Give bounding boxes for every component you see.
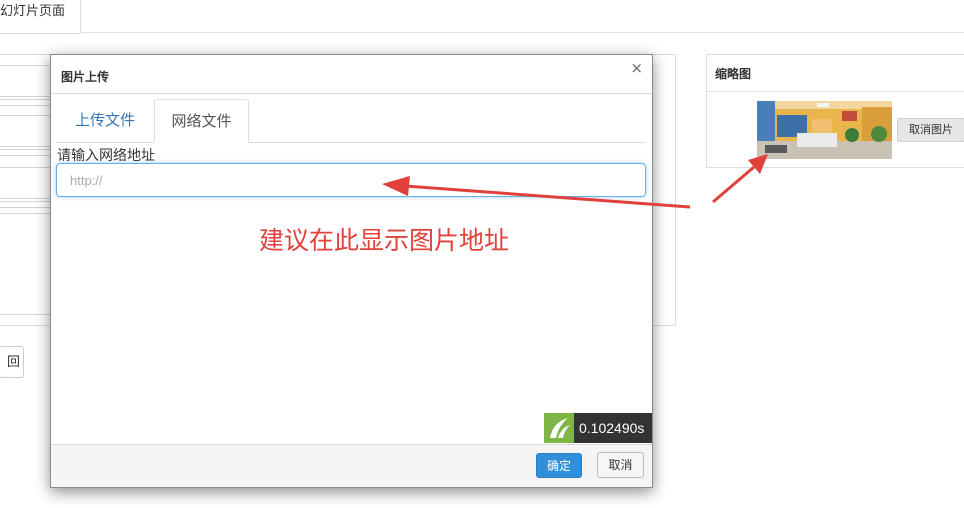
- url-label: 请输入网络地址: [57, 148, 155, 164]
- annotation-text: 建议在此显示图片地址: [259, 226, 510, 255]
- back-button[interactable]: 回: [0, 346, 24, 378]
- cancel-image-button[interactable]: 取消图片: [897, 118, 964, 142]
- back-button-label: 回: [6, 355, 20, 370]
- dialog-header-divider: [51, 93, 652, 94]
- thumbnail-panel: 缩略图 取消图片: [706, 54, 964, 168]
- thumbnail-image: [757, 101, 892, 159]
- thumbnail-title: 缩略图: [715, 67, 752, 81]
- page-tab-label: 幻灯片页面: [0, 4, 66, 19]
- tab-network-file[interactable]: 网络文件: [154, 99, 249, 143]
- url-input[interactable]: [56, 163, 646, 197]
- close-icon[interactable]: ×: [630, 61, 643, 76]
- cancel-button[interactable]: 取消: [597, 452, 644, 478]
- thumbnail-divider: [707, 91, 964, 92]
- timer-badge: 0.102490s: [544, 413, 652, 443]
- tab-upload-file[interactable]: 上传文件: [56, 99, 154, 142]
- dialog-title: 图片上传: [61, 70, 110, 84]
- confirm-button[interactable]: 确定: [536, 453, 582, 478]
- page-tab-slideshow[interactable]: 幻灯片页面: [0, 0, 81, 34]
- tab-bar-divider: [80, 32, 964, 33]
- timer-text: 0.102490s: [579, 420, 645, 436]
- leaf-logo-icon: [544, 413, 574, 443]
- dialog-footer: 确定 取消: [51, 445, 652, 487]
- tabs-divider: [56, 142, 646, 143]
- image-upload-dialog: 图片上传 × 上传文件 网络文件 请输入网络地址 建议在此显示图片地址 0.10…: [50, 54, 653, 488]
